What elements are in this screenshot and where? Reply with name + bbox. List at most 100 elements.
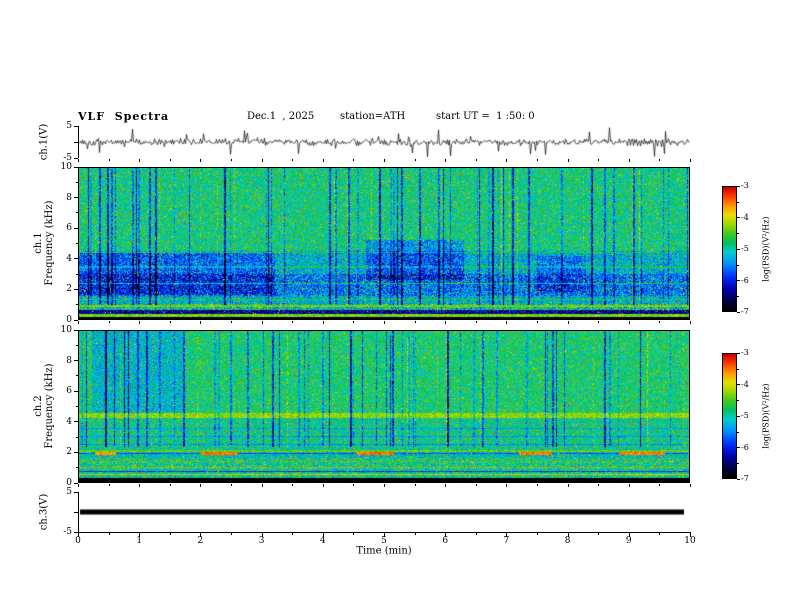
y-major-tick [74,166,78,168]
colorbar-ch2 [722,353,737,479]
x-minor-tick [353,532,355,535]
x-minor-tick [169,484,171,486]
ch1-spectrogram-canvas [79,168,689,319]
y-major-tick [74,125,78,127]
cb-minor-tick [737,431,739,433]
x-major-tick [78,484,79,487]
x-tick-label: 8 [564,536,571,546]
y-tick-label: 0 [66,478,72,488]
cb-minor-tick [737,201,739,203]
figure-title: VLF Spectra [78,110,170,123]
x-tick-label: 5 [381,536,387,546]
x-tick-label: 1 [136,536,143,546]
y-tick-label: 4 [66,416,72,427]
x-major-tick [690,321,691,324]
x-minor-tick [292,159,294,161]
ch3-wave-yaxis-line [78,492,79,532]
x-tick-label: 4 [319,536,326,546]
y-minor-tick [75,181,78,183]
ch1-spec-ylabel-line1: ch.1 [33,232,44,254]
x-tick-label: 7 [503,536,510,546]
y-major-tick [74,288,78,290]
y-major-tick [74,390,78,392]
x-major-tick [384,321,385,324]
cb-tick-label: -7 [741,307,749,316]
x-major-tick [384,159,385,162]
x-minor-tick [475,159,477,161]
y-minor-tick [75,212,78,214]
y-major-tick [74,141,78,143]
x-minor-tick [475,532,477,535]
x-major-tick [139,321,141,324]
y-major-tick [74,482,78,484]
x-minor-tick [108,532,110,535]
x-major-tick [690,484,691,487]
x-tick-label: 3 [258,536,265,546]
x-major-tick [445,321,447,324]
x-major-tick [139,484,141,487]
x-minor-tick [292,532,294,535]
y-major-tick [74,319,78,321]
y-major-tick [74,360,78,362]
x-minor-tick [108,484,110,486]
x-major-tick [567,159,569,162]
cb-tick [737,311,740,313]
x-minor-tick [231,484,232,486]
x-major-tick [322,159,324,162]
x-minor-tick [292,321,294,323]
ch3-waveform-panel [78,492,690,532]
x-minor-tick [169,159,171,161]
x-major-tick [384,484,385,487]
y-tick-label: 2 [66,447,72,458]
x-major-tick [506,321,508,324]
ch2-spec-ylabel-line1: ch.2 [33,395,44,417]
x-tick-label: 2 [197,536,204,546]
cb-tick-label: -5 [741,244,749,253]
cb-tick-label: -6 [741,275,749,285]
ch1-spec-ylabel-line2: Frequency (kHz) [44,200,55,286]
y-tick-label: 8 [66,355,72,366]
y-tick-label: 2 [66,284,72,295]
x-major-tick [139,159,141,162]
cb-minor-tick [737,296,739,298]
cb-tick [737,384,740,385]
x-major-tick [78,159,79,162]
cb-tick [737,248,740,250]
y-major-tick [74,227,78,229]
y-major-tick [74,197,78,199]
x-minor-tick [659,532,661,535]
figure-start-ut: start UT = 1 :50: 0 [436,111,535,122]
x-minor-tick [659,321,661,323]
ch2-spec-ylabel: ch.2 Frequency (kHz) [33,363,55,448]
colorbar-ch1-canvas [723,187,736,311]
colorbar-ch2-canvas [723,354,736,478]
cb-minor-tick [737,463,739,465]
x-minor-tick [475,484,477,486]
y-tick-label: 6 [66,386,72,397]
time-axis-title: Time (min) [356,545,412,557]
x-minor-tick [414,484,416,486]
x-major-tick [445,159,447,162]
ch1-waveform-canvas [78,126,690,158]
x-minor-tick [169,321,171,323]
cb-tick [737,447,740,448]
cb-tick-label: -6 [741,442,749,452]
y-major-tick [74,451,78,453]
x-minor-tick [231,532,232,535]
y-major-tick [74,511,78,513]
x-tick-label: 10 [684,536,696,546]
cb-tick [737,352,740,354]
ch2-spectrogram-canvas [79,331,689,482]
ch1-wave-yaxis-line [78,126,79,158]
y-tick-label: 0 [66,315,72,325]
x-minor-tick [598,321,600,323]
x-minor-tick [231,159,232,161]
cb-minor-tick [737,233,739,235]
x-major-tick [261,484,263,487]
x-minor-tick [537,484,538,486]
cb-tick-label: -3 [741,181,749,190]
x-minor-tick [414,532,416,535]
y-minor-tick [75,273,78,275]
x-minor-tick [537,321,538,323]
vlf-spectra-figure: VLF Spectra Dec.1 , 2025 station=ATH sta… [0,0,792,612]
